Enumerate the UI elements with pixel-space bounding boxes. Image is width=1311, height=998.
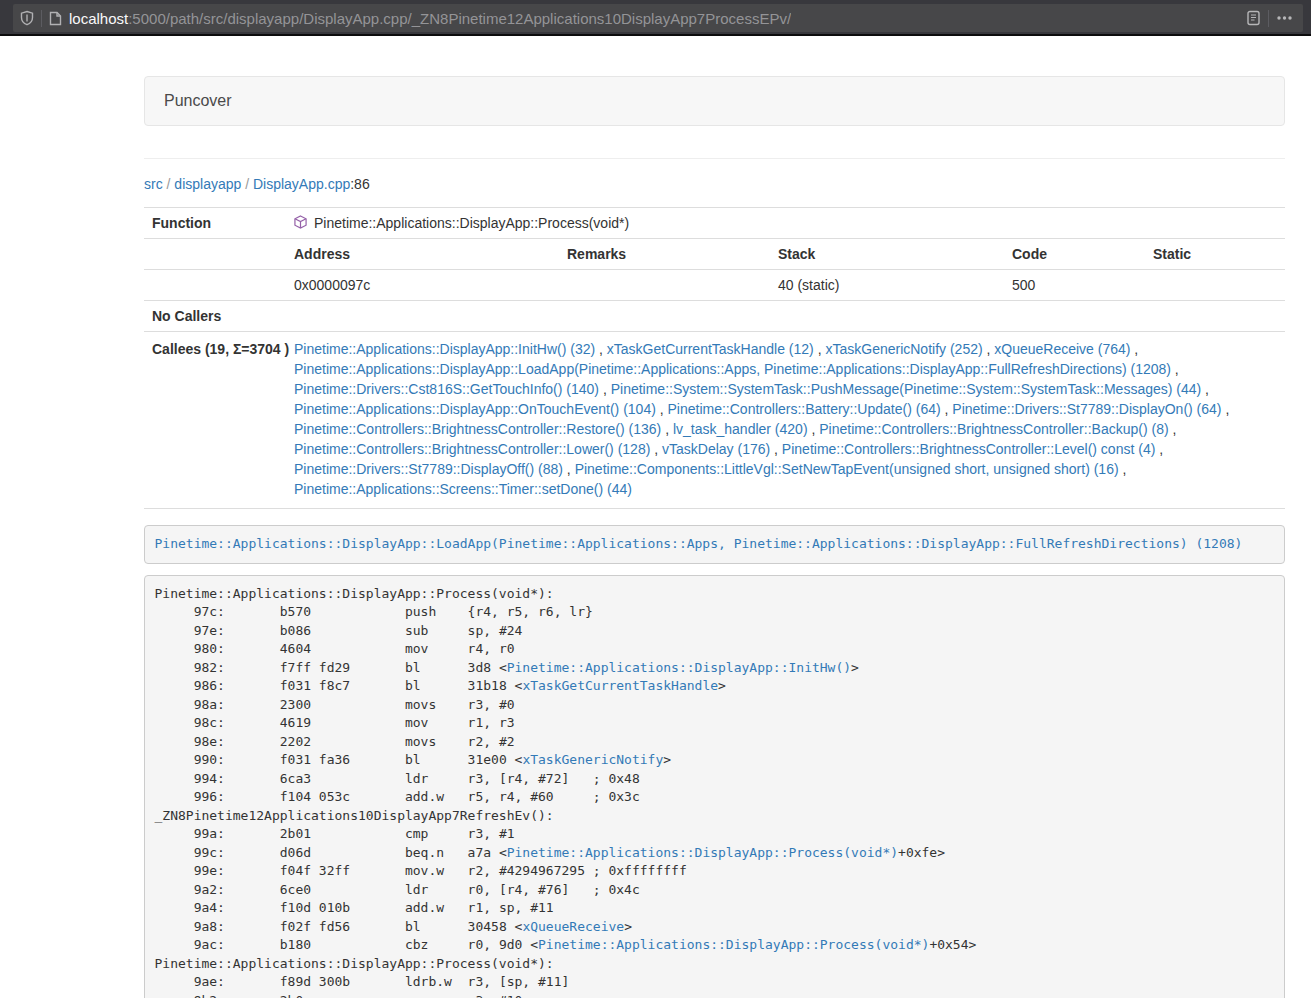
breadcrumb-link[interactable]: src	[144, 176, 163, 192]
highlighted-symbol-link[interactable]: Pinetime::Applications::DisplayApp::Load…	[155, 536, 1243, 551]
callee-link[interactable]: Pinetime::Applications::Screens::Timer::…	[294, 481, 632, 497]
function-name: Pinetime::Applications::DisplayApp::Proc…	[314, 213, 629, 233]
static-value	[1145, 270, 1285, 301]
callees-label: Callees (19, Σ=3704 )	[144, 332, 286, 509]
symbol-cube-icon	[294, 214, 307, 234]
callee-link[interactable]: Pinetime::Components::LittleVgl::SetNewT…	[575, 461, 1119, 477]
asm-symbol-link[interactable]: xTaskGenericNotify	[522, 752, 663, 767]
col-stack: Stack	[770, 239, 1004, 270]
page-info-icon[interactable]	[49, 11, 62, 26]
url-text[interactable]: localhost:5000/path/src/displayapp/Displ…	[69, 10, 791, 27]
asm-symbol-link[interactable]: Pinetime::Applications::DisplayApp::Proc…	[507, 845, 898, 860]
browser-toolbar: localhost:5000/path/src/displayapp/Displ…	[0, 0, 1311, 36]
col-address: Address	[286, 239, 559, 270]
page-content: Puncover src / displayapp / DisplayApp.c…	[144, 76, 1285, 998]
address-value: 0x0000097c	[286, 270, 559, 301]
breadcrumb: src / displayapp / DisplayApp.cpp:86	[144, 174, 1285, 194]
url-bar[interactable]: localhost:5000/path/src/displayapp/Displ…	[13, 4, 1303, 32]
callee-link[interactable]: Pinetime::Controllers::BrightnessControl…	[294, 421, 661, 437]
divider	[144, 158, 1285, 159]
callee-link[interactable]: xTaskGenericNotify (252)	[825, 341, 982, 357]
callee-link[interactable]: vTaskDelay (176)	[662, 441, 770, 457]
callee-link[interactable]: Pinetime::Drivers::Cst816S::GetTouchInfo…	[294, 381, 599, 397]
breadcrumb-link[interactable]: displayapp	[174, 176, 241, 192]
function-table: Function Pinetime::Applications::Display…	[144, 207, 1285, 509]
asm-symbol-link[interactable]: xTaskGetCurrentTaskHandle	[522, 678, 718, 693]
asm-symbol-link[interactable]: xQueueReceive	[522, 919, 624, 934]
callee-link[interactable]: Pinetime::Drivers::St7789::DisplayOff() …	[294, 461, 563, 477]
callees-row: Callees (19, Σ=3704 ) Pinetime::Applicat…	[144, 332, 1285, 509]
code-value: 500	[1004, 270, 1145, 301]
no-callers-label: No Callers	[144, 301, 286, 332]
divider	[1268, 10, 1269, 27]
breadcrumb-link[interactable]: DisplayApp.cpp	[253, 176, 350, 192]
callee-link[interactable]: Pinetime::Controllers::BrightnessControl…	[294, 441, 650, 457]
stack-value: 40 (static)	[770, 270, 1004, 301]
callee-link[interactable]: Pinetime::Applications::DisplayApp::Init…	[294, 341, 595, 357]
col-remarks: Remarks	[559, 239, 770, 270]
highlighted-symbol: Pinetime::Applications::DisplayApp::Load…	[144, 525, 1285, 564]
stats-header-row: Address Remarks Stack Code Static	[144, 239, 1285, 270]
url-path: :5000/path/src/displayapp/DisplayApp.cpp…	[128, 10, 791, 27]
callee-link[interactable]: Pinetime::Applications::DisplayApp::Load…	[294, 361, 1171, 377]
asm-symbol-link[interactable]: Pinetime::Applications::DisplayApp::Proc…	[538, 937, 929, 952]
app-header-panel: Puncover	[144, 76, 1285, 126]
function-label: Function	[144, 208, 286, 239]
callee-link[interactable]: Pinetime::Drivers::St7789::DisplayOn() (…	[952, 401, 1221, 417]
divider	[41, 10, 42, 27]
callee-link[interactable]: Pinetime::Applications::DisplayApp::OnTo…	[294, 401, 656, 417]
callee-link[interactable]: Pinetime::System::SystemTask::PushMessag…	[611, 381, 1202, 397]
page-title: Puncover	[164, 92, 232, 110]
callees-list: Pinetime::Applications::DisplayApp::Init…	[286, 332, 1285, 509]
shield-permissions-icon[interactable]	[20, 10, 34, 26]
url-host: localhost	[69, 10, 128, 27]
page-actions-menu-icon[interactable]	[1276, 10, 1293, 26]
function-row: Function Pinetime::Applications::Display…	[144, 208, 1285, 239]
callee-link[interactable]: xQueueReceive (764)	[994, 341, 1130, 357]
no-callers-row: No Callers	[144, 301, 1285, 332]
col-code: Code	[1004, 239, 1145, 270]
stats-value-row: 0x0000097c 40 (static) 500	[144, 270, 1285, 301]
callee-link[interactable]: Pinetime::Controllers::Battery::Update()…	[668, 401, 941, 417]
callee-link[interactable]: xTaskGetCurrentTaskHandle (12)	[607, 341, 814, 357]
reader-mode-icon[interactable]	[1246, 10, 1261, 26]
callee-link[interactable]: Pinetime::Controllers::BrightnessControl…	[819, 421, 1168, 437]
assembly-listing: Pinetime::Applications::DisplayApp::Proc…	[144, 575, 1285, 998]
asm-symbol-link[interactable]: Pinetime::Applications::DisplayApp::Init…	[507, 660, 851, 675]
callee-link[interactable]: lv_task_handler (420)	[673, 421, 808, 437]
col-static: Static	[1145, 239, 1285, 270]
remarks-value	[559, 270, 770, 301]
callee-link[interactable]: Pinetime::Controllers::BrightnessControl…	[782, 441, 1155, 457]
